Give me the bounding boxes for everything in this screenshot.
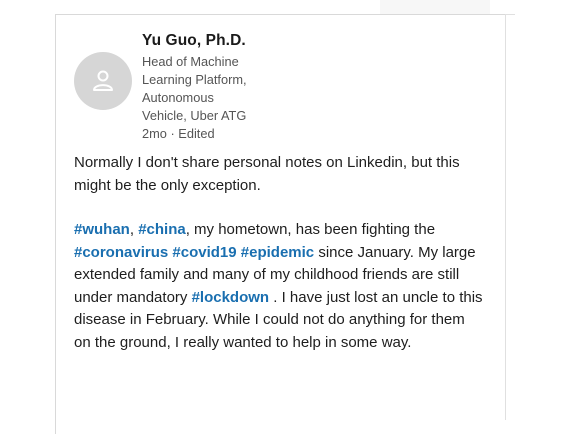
author-headline-line: Autonomous (142, 90, 214, 105)
hashtag-link-wuhan[interactable]: #wuhan (74, 221, 130, 238)
author-headline-line: Learning Platform, (142, 72, 247, 87)
post-timestamp: 2mo · Edited (142, 126, 215, 141)
default-person-icon (93, 70, 113, 91)
author-headline-line: Vehicle, Uber ATG (142, 108, 247, 123)
hashtag-link-china[interactable]: #china (138, 221, 186, 238)
separator-dot: · (170, 126, 175, 141)
adjacent-card-edge-vertical (505, 14, 506, 420)
author-name[interactable]: Yu Guo, Ph.D. (142, 32, 246, 50)
post-text-segment: , (129, 221, 139, 238)
hashtag-link-coronavirus[interactable]: #coronavirus (74, 244, 168, 261)
hashtag-link-epidemic[interactable]: #epidemic (241, 244, 314, 261)
author-headline: Head of Machine Learning Platform, Auton… (142, 53, 282, 125)
post-age: 2mo (142, 126, 167, 141)
author-avatar[interactable] (74, 52, 132, 110)
post-paragraph-1: Normally I don't share personal notes on… (74, 154, 460, 194)
adjacent-card-edge (505, 14, 515, 15)
post-text-segment: , my hometown, has been fighting the (185, 221, 436, 238)
background-strip (380, 0, 490, 14)
post-paragraph-2: #wuhan, #china, my hometown, has been fi… (74, 219, 484, 354)
author-headline-line: Head of Machine (142, 54, 239, 69)
edited-label: Edited (178, 126, 215, 141)
hashtag-link-covid19[interactable]: #covid19 (172, 244, 236, 261)
hashtag-link-lockdown[interactable]: #lockdown (192, 289, 270, 306)
post-text: Normally I don't share personal notes on… (74, 152, 484, 354)
